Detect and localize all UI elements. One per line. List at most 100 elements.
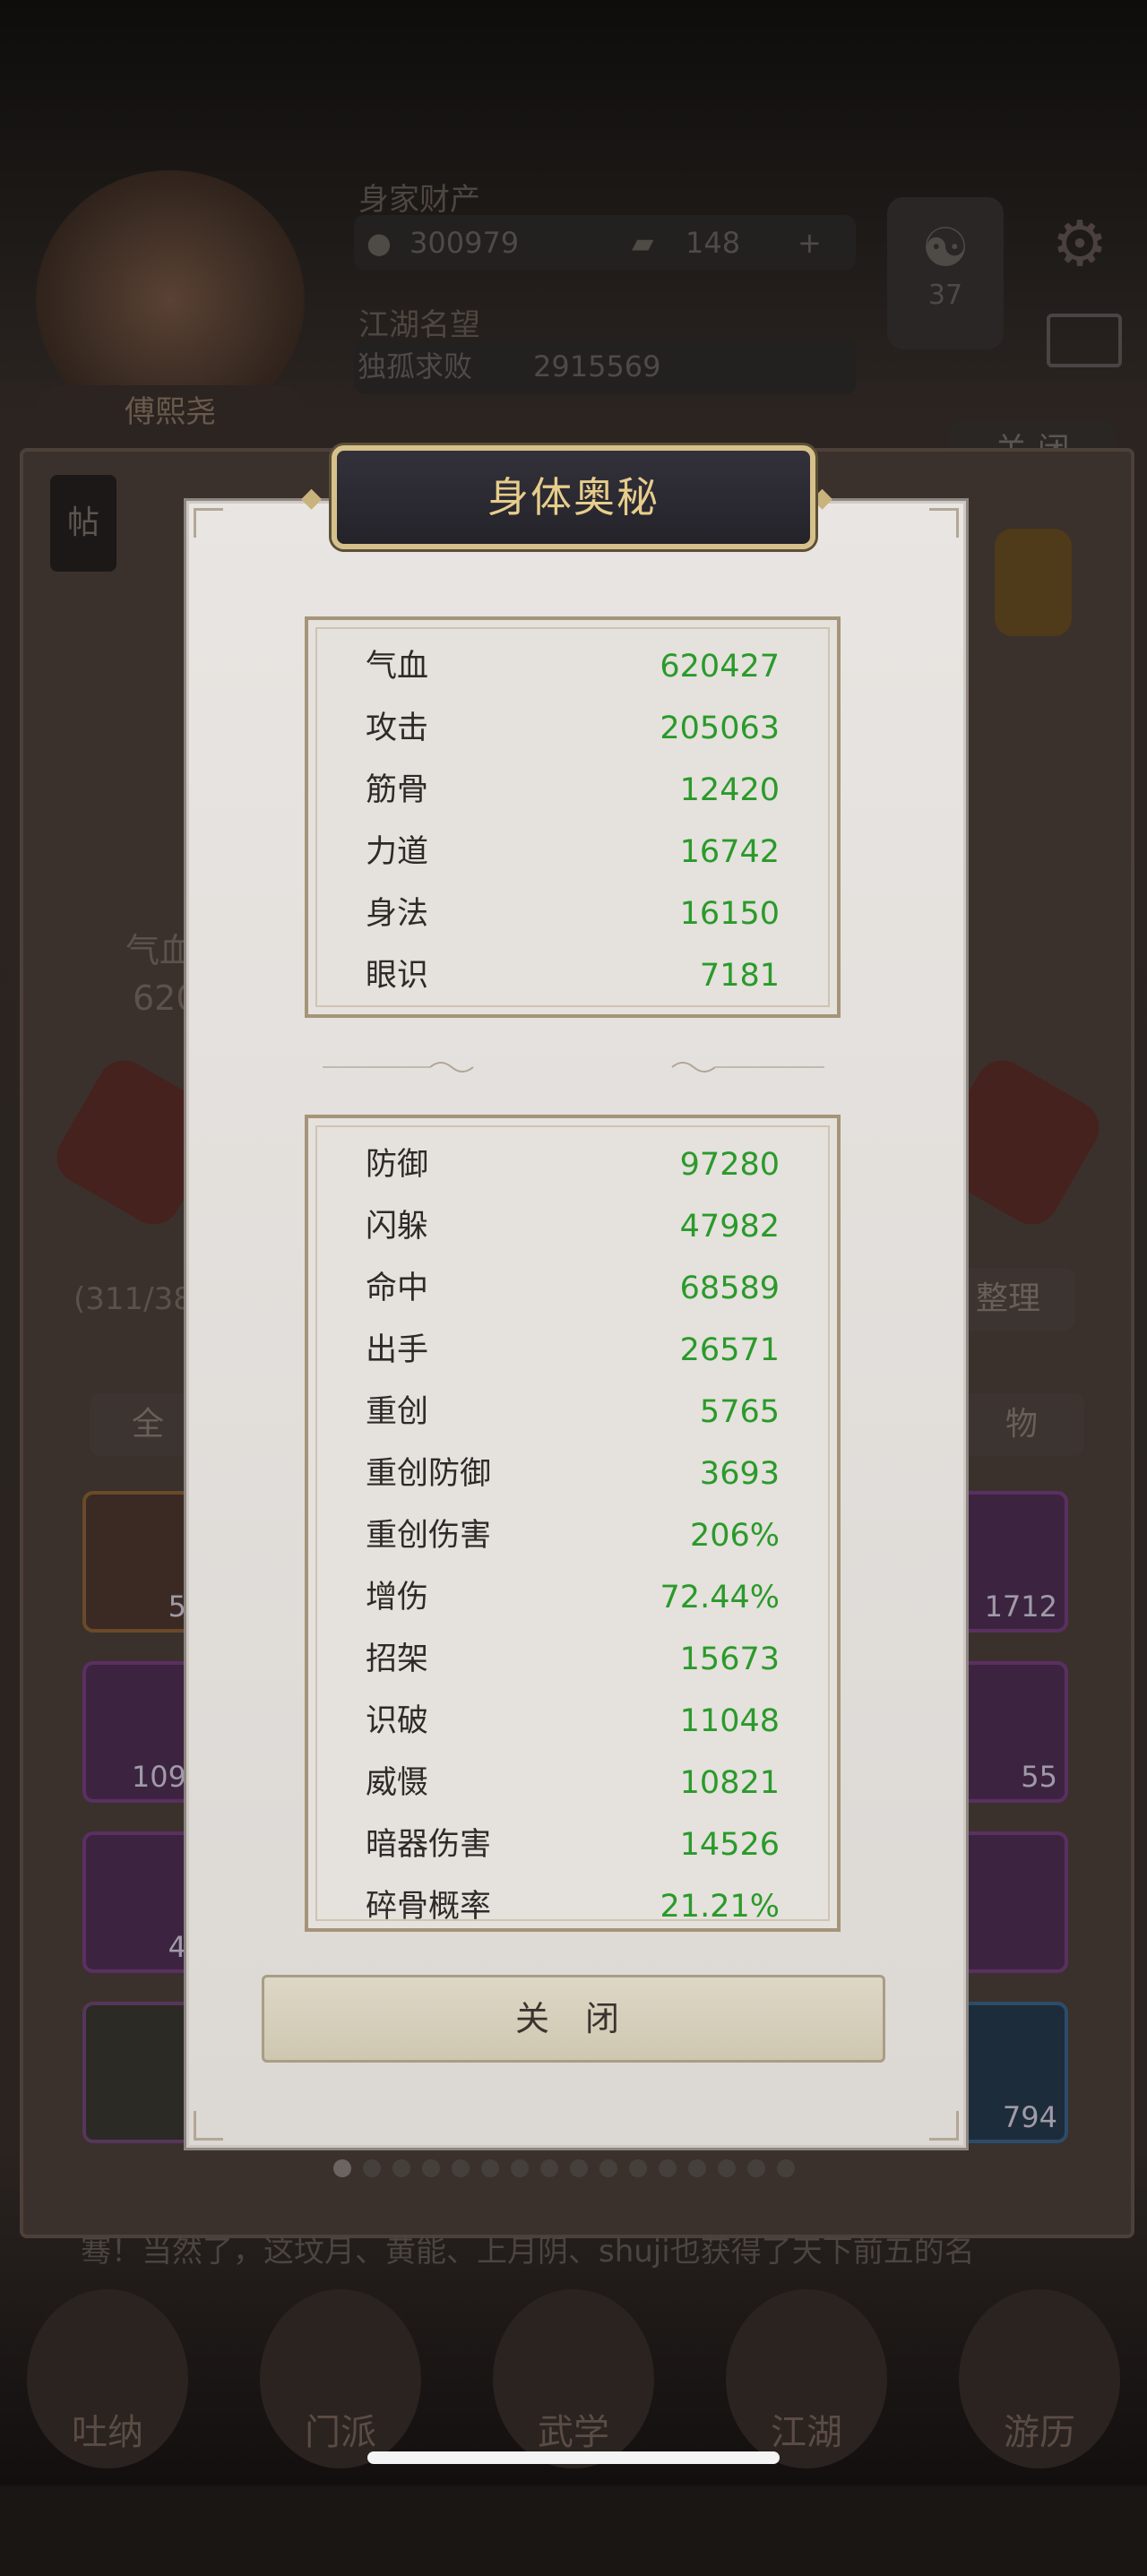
dialog-title: 身体奥秘: [487, 473, 660, 521]
stat-value: 7181: [699, 958, 780, 994]
stat-label: 防御: [366, 1147, 429, 1183]
stat-label: 重创防御: [366, 1456, 492, 1492]
add-ticket-button[interactable]: +: [798, 215, 822, 271]
yin-yang-icon: ☯: [921, 217, 970, 280]
page-dot[interactable]: [511, 2159, 529, 2177]
wealth-bar: ● 300979 ▰ 148 +: [354, 215, 856, 271]
gear-icon[interactable]: ⚙: [1044, 208, 1116, 280]
corner-ornament: [194, 2111, 223, 2141]
inventory-slot[interactable]: 1712: [953, 1491, 1068, 1633]
stat-value: 72.44%: [660, 1580, 780, 1615]
ticket-icon: ▰: [632, 226, 654, 260]
stat-label: 重创伤害: [366, 1518, 492, 1554]
stat-label: 重创: [366, 1394, 429, 1430]
level-value: 37: [927, 280, 963, 311]
stat-row: 增伤 72.44%: [366, 1574, 780, 1621]
fame-bar: 独孤求败 2915569: [354, 339, 856, 394]
page-dot[interactable]: [718, 2159, 736, 2177]
stat-row: 出手 26571: [366, 1327, 780, 1374]
stat-value: 16742: [679, 834, 780, 870]
ticket-amount: 148: [686, 226, 741, 260]
stat-label: 闪躲: [366, 1209, 429, 1245]
section-divider: [323, 1062, 824, 1073]
stat-row: 碎骨概率 21.21%: [366, 1883, 780, 1928]
home-indicator[interactable]: [367, 2451, 780, 2464]
fame-title: 独孤求败: [358, 349, 473, 383]
inventory-slot[interactable]: 4: [82, 1831, 197, 1973]
stat-row: 筋骨 12420: [366, 767, 780, 814]
inventory-slot[interactable]: [82, 2002, 197, 2143]
page-dot[interactable]: [688, 2159, 706, 2177]
inventory-slot[interactable]: 55: [953, 1661, 1068, 1803]
fame-value: 2915569: [533, 349, 661, 383]
nav-jianghu[interactable]: 江湖: [726, 2289, 887, 2468]
nav-menpai[interactable]: 门派: [260, 2289, 421, 2468]
secondary-stats-panel[interactable]: 防御 97280 闪躲 47982 命中 68589 出手 26571 重创 5765 重…: [305, 1115, 841, 1932]
fame-label: 江湖名望: [358, 307, 480, 343]
bag-count: (311/38: [73, 1281, 193, 1317]
stat-value: 26571: [679, 1332, 780, 1368]
page-dot[interactable]: [392, 2159, 410, 2177]
stat-value: 15673: [679, 1641, 780, 1677]
page-dot[interactable]: [540, 2159, 558, 2177]
stat-row: 识破 11048: [366, 1698, 780, 1745]
nav-tunа[interactable]: 吐纳: [27, 2289, 188, 2468]
page-dot[interactable]: [422, 2159, 440, 2177]
stat-label: 力道: [366, 834, 429, 870]
stat-label: 攻击: [366, 711, 429, 746]
dialog-title-plate: 身体奥秘: [332, 445, 815, 549]
page-dot[interactable]: [629, 2159, 647, 2177]
gold-coin-icon: ●: [367, 226, 392, 260]
stat-value: 47982: [679, 1209, 780, 1245]
inventory-slot[interactable]: 794: [953, 2002, 1068, 2143]
primary-stats-panel: 气血 620427 攻击 205063 筋骨 12420 力道 16742 身法 1615…: [305, 616, 841, 1018]
level-badge[interactable]: ☯ 37: [887, 197, 1004, 349]
wealth-label: 身家财产: [358, 182, 480, 218]
stat-row: 重创伤害 206%: [366, 1512, 780, 1559]
stat-row: 暗器伤害 14526: [366, 1822, 780, 1868]
news-ticker: 骞！当然了，这坟月、黄能、上月阴、shuji也获得了天下前五的名: [81, 2234, 975, 2270]
nav-wuxue[interactable]: 武学: [493, 2289, 654, 2468]
stat-label: 眼识: [366, 958, 429, 994]
close-button[interactable]: 关 闭: [262, 1975, 885, 2063]
inventory-slot[interactable]: 5: [82, 1491, 197, 1633]
stat-value: 11048: [679, 1703, 780, 1739]
filter-item[interactable]: 物: [959, 1393, 1084, 1456]
stat-label: 身法: [366, 896, 429, 932]
inventory-slot[interactable]: [953, 1831, 1068, 1973]
stat-label: 碎骨概率: [366, 1889, 492, 1925]
stat-value: 3693: [699, 1456, 780, 1492]
stat-value: 206%: [689, 1518, 780, 1554]
stat-row: 威慑 10821: [366, 1760, 780, 1806]
stat-label: 识破: [366, 1703, 429, 1739]
post-button[interactable]: 帖: [50, 475, 116, 572]
corner-ornament: [194, 508, 223, 538]
stat-label: 气血: [366, 649, 429, 685]
nav-youli[interactable]: 游历: [959, 2289, 1120, 2468]
page-dot[interactable]: [747, 2159, 765, 2177]
stat-value: 21.21%: [660, 1889, 780, 1925]
ornament-icon[interactable]: [995, 529, 1072, 636]
corner-ornament: [929, 508, 959, 538]
corner-ornament: [929, 2111, 959, 2141]
stat-label: 出手: [366, 1332, 429, 1368]
stat-row: 重创防御 3693: [366, 1451, 780, 1497]
inventory-slot[interactable]: 109: [82, 1661, 197, 1803]
page-indicator: [333, 2159, 817, 2179]
page-dot[interactable]: [659, 2159, 677, 2177]
page-dot[interactable]: [333, 2159, 351, 2177]
stat-row: 重创 5765: [366, 1389, 780, 1435]
stat-value: 12420: [679, 772, 780, 808]
stat-value: 620427: [660, 649, 780, 685]
page-dot[interactable]: [363, 2159, 381, 2177]
page-dot[interactable]: [599, 2159, 617, 2177]
page-dot[interactable]: [570, 2159, 588, 2177]
page-dot[interactable]: [481, 2159, 499, 2177]
stat-label: 筋骨: [366, 772, 429, 808]
mail-icon[interactable]: [1047, 314, 1122, 367]
stat-label: 威慑: [366, 1765, 429, 1801]
stat-value: 14526: [679, 1827, 780, 1863]
stat-row: 身法 16150: [366, 891, 780, 937]
page-dot[interactable]: [777, 2159, 795, 2177]
page-dot[interactable]: [452, 2159, 470, 2177]
